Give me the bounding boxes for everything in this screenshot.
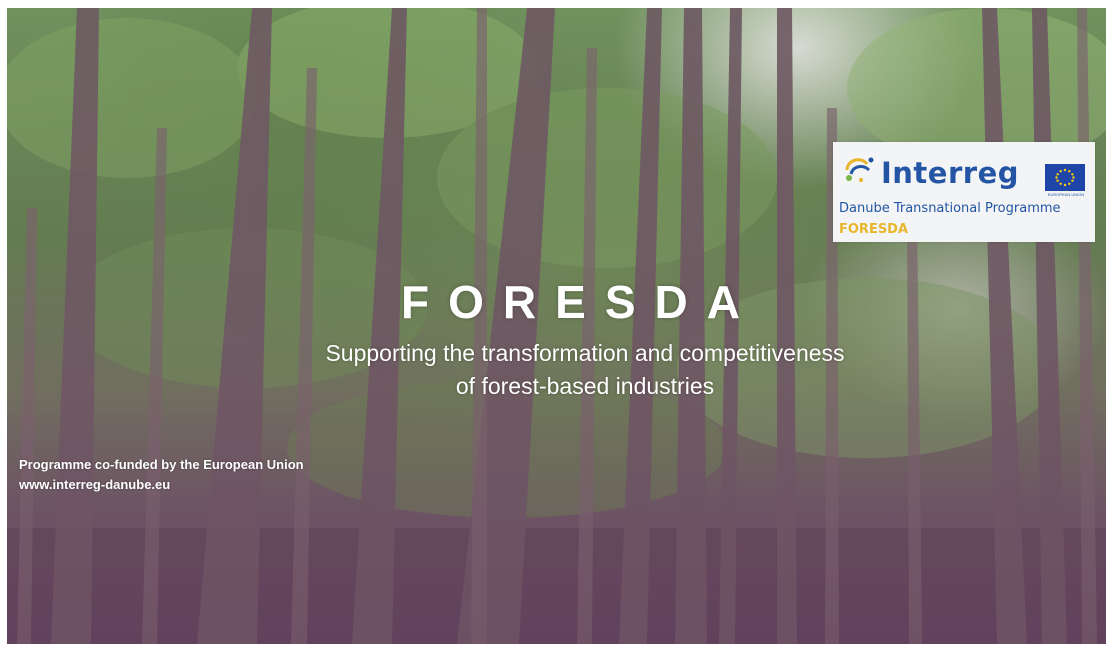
website-link: www.interreg-danube.eu: [19, 477, 171, 492]
slide-subtitle: Supporting the transformation and compet…: [0, 337, 1113, 403]
interreg-swirl-icon: [845, 157, 874, 182]
funding-footer: Programme co-funded by the European Unio…: [19, 455, 304, 495]
interreg-logo: Interreg EUROPEAN UNION Danube Transnati…: [833, 142, 1095, 242]
programme-name: Danube Transnational Programme: [839, 201, 1061, 216]
funding-note: Programme co-funded by the European Unio…: [19, 457, 304, 472]
eu-flag-icon: [1045, 164, 1085, 191]
project-name: FORESDA: [839, 222, 909, 237]
interreg-wordmark: Interreg: [881, 156, 1019, 190]
eu-caption: EUROPEAN UNION: [1047, 192, 1085, 197]
subtitle-line-2: of forest-based industries: [455, 373, 715, 399]
subtitle-line-1: Supporting the transformation and compet…: [325, 340, 845, 366]
slide-title: FORESDA: [401, 276, 759, 328]
